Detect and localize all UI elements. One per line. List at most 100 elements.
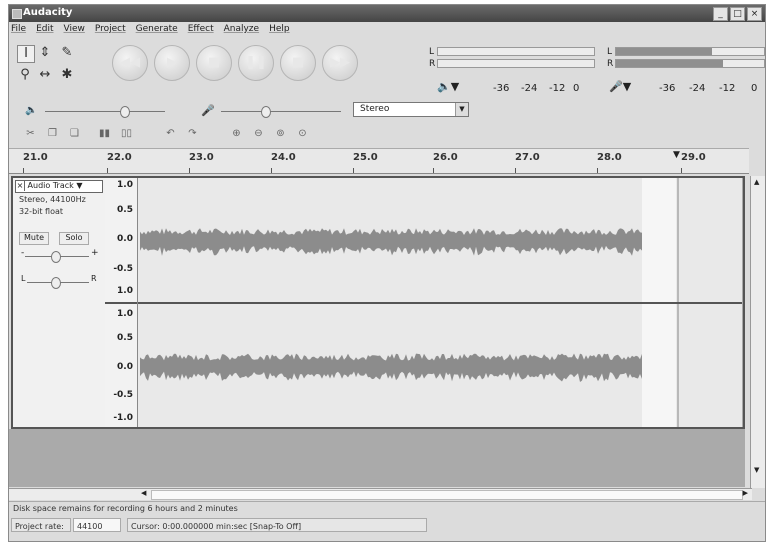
scale-label: 1.0	[117, 286, 133, 296]
multi-tool-icon[interactable]: ✱	[59, 67, 75, 83]
rec-tick: -36	[659, 83, 676, 94]
solo-button[interactable]: Solo	[59, 232, 89, 245]
waveform-channel-left[interactable]	[138, 178, 742, 302]
window-controls: _ □ ×	[713, 7, 762, 21]
scale-label: 0.5	[117, 205, 133, 215]
input-volume-icon: 🎤	[201, 104, 215, 117]
menu-file[interactable]: File	[11, 24, 26, 38]
input-volume-slider[interactable]	[261, 106, 271, 118]
menu-analyze[interactable]: Analyze	[224, 24, 259, 38]
scroll-right-icon[interactable]: ▶	[743, 489, 748, 497]
scroll-up-icon[interactable]: ▲	[754, 178, 759, 186]
play-position-arrow-icon: ▼	[673, 150, 680, 160]
ruler-tick	[23, 168, 24, 173]
cut-icon[interactable]: ✂	[23, 126, 38, 141]
end-region	[642, 178, 676, 302]
fit-project-icon[interactable]: ⊙	[295, 126, 310, 141]
input-channels-select[interactable]: Stereo ▼	[353, 102, 469, 117]
speaker-icon[interactable]: 🔈▼	[437, 80, 459, 93]
undo-icon[interactable]: ↶	[163, 126, 178, 141]
skip-start-icon[interactable]: ◀◀	[112, 45, 148, 81]
zoom-in-icon[interactable]: ⊕	[229, 126, 244, 141]
fit-selection-icon[interactable]: ⊚	[273, 126, 288, 141]
track-name[interactable]: Audio Track	[28, 181, 74, 190]
envelope-tool-icon[interactable]: ⇕	[37, 45, 53, 61]
selection-tool-icon[interactable]: I	[17, 45, 35, 63]
silence-icon[interactable]: ▯▯	[119, 126, 134, 141]
play-meter-left	[437, 47, 595, 56]
scroll-left-icon[interactable]: ◀	[141, 489, 146, 497]
chevron-down-icon: ▼	[455, 103, 468, 116]
ruler-label: 21.0	[23, 152, 48, 163]
waveform-left-path	[140, 228, 642, 256]
minimize-button[interactable]: _	[713, 7, 728, 21]
ruler-tick	[681, 168, 682, 173]
ruler-tick	[271, 168, 272, 173]
cursor-position-text: Cursor: 0:00.000000 min:sec [Snap-To Off…	[127, 518, 427, 532]
ruler-label: 23.0	[189, 152, 214, 163]
menu-effect[interactable]: Effect	[188, 24, 214, 38]
play-icon[interactable]: ▶	[154, 45, 190, 81]
trim-icon[interactable]: ▮▮	[97, 126, 112, 141]
play-meter-L-label: L	[429, 47, 435, 57]
maximize-button[interactable]: □	[730, 7, 745, 21]
track-menu-chevron-icon[interactable]: ▼	[76, 181, 82, 190]
menu-view[interactable]: View	[64, 24, 85, 38]
channel-divider	[105, 302, 137, 304]
redo-icon[interactable]: ↷	[185, 126, 200, 141]
microphone-icon[interactable]: 🎤▼	[609, 80, 631, 93]
app-icon	[12, 9, 22, 19]
ruler-tick	[107, 168, 108, 173]
rec-tick: -12	[719, 83, 736, 94]
stop-icon[interactable]: ■	[280, 45, 316, 81]
title-bar: Audacity _ □ ×	[9, 5, 765, 22]
skip-end-icon[interactable]: ▶▶	[322, 45, 358, 81]
mute-button[interactable]: Mute	[19, 232, 49, 245]
menu-generate[interactable]: Generate	[136, 24, 178, 38]
timeline-ruler[interactable]: 21.0 22.0 23.0 24.0 25.0 26.0 27.0 28.0 …	[9, 148, 749, 174]
edit-toolbar: ✂ ❐ ❏ ▮▮ ▯▯ ↶ ↷ ⊕ ⊖ ⊚ ⊙	[23, 126, 353, 144]
close-button[interactable]: ×	[747, 7, 762, 21]
input-volume-track[interactable]	[221, 111, 341, 112]
waveform-channel-right[interactable]	[138, 304, 742, 427]
pan-slider[interactable]	[51, 277, 61, 289]
track-sample-format: 32-bit float	[19, 207, 64, 216]
pan-right-label: R	[91, 274, 97, 283]
output-volume-track[interactable]	[45, 111, 165, 112]
menu-edit[interactable]: Edit	[36, 24, 53, 38]
track-title-bar[interactable]: × Audio Track ▼	[15, 180, 103, 193]
scale-label: -1.0	[113, 413, 133, 423]
project-rate-field[interactable]: 44100	[73, 518, 121, 532]
paste-icon[interactable]: ❏	[67, 126, 82, 141]
record-meter-left-fill	[616, 48, 713, 55]
ruler-tick	[353, 168, 354, 173]
scroll-down-icon[interactable]: ▼	[754, 466, 759, 474]
track-close-icon[interactable]: ×	[16, 181, 25, 191]
scale-label: 0.5	[117, 333, 133, 343]
scale-label: -0.5	[113, 264, 133, 274]
play-meter-right	[437, 59, 595, 68]
gain-minus-label: -	[21, 248, 25, 258]
gain-slider[interactable]	[51, 251, 61, 263]
status-bar-message: Disk space remains for recording 6 hours…	[9, 501, 765, 516]
horizontal-scrollbar[interactable]: ◀ ▶	[9, 488, 752, 500]
output-volume-icon: 🔈	[25, 105, 38, 116]
menu-help[interactable]: Help	[269, 24, 290, 38]
menu-project[interactable]: Project	[95, 24, 126, 38]
selection-bar: Project rate: 44100 Cursor: 0:00.000000 …	[9, 518, 765, 534]
timeshift-tool-icon[interactable]: ↔	[37, 67, 53, 83]
empty-track-area[interactable]	[9, 429, 745, 487]
copy-icon[interactable]: ❐	[45, 126, 60, 141]
loop-play-icon[interactable]: ■	[196, 45, 232, 81]
waveform-left-svg	[140, 178, 679, 302]
output-volume-slider[interactable]	[120, 106, 130, 118]
vertical-scrollbar[interactable]: ▲ ▼	[750, 176, 765, 488]
zoom-out-icon[interactable]: ⊖	[251, 126, 266, 141]
zoom-tool-icon[interactable]: ⚲	[17, 67, 33, 83]
rec-tick: -24	[689, 83, 706, 94]
record-meter-right-fill	[616, 60, 723, 67]
pause-icon[interactable]: ❚❚	[238, 45, 274, 81]
scroll-thumb[interactable]	[151, 490, 743, 500]
draw-tool-icon[interactable]: ✎	[59, 45, 75, 61]
ruler-tick	[189, 168, 190, 173]
